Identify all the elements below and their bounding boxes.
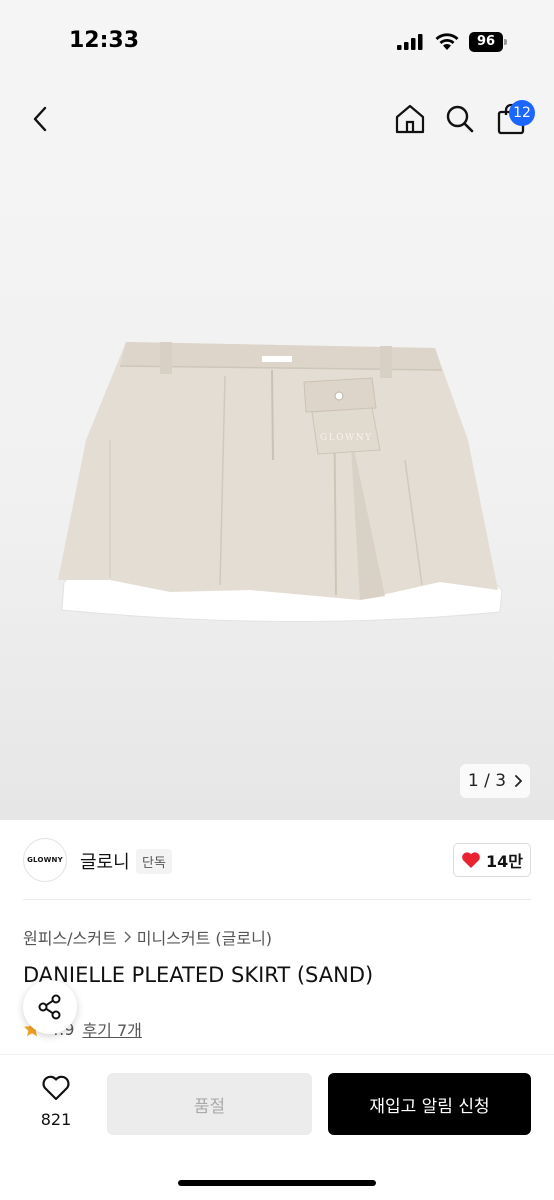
exclusive-badge: 단독 bbox=[136, 849, 172, 874]
brand-like-button[interactable]: 14만 bbox=[453, 843, 531, 877]
wishlist-count: 821 bbox=[40, 1110, 72, 1129]
wishlist-button[interactable]: 821 bbox=[26, 1074, 86, 1129]
brand-like-count: 14만 bbox=[486, 852, 523, 871]
soldout-button: 품절 bbox=[107, 1073, 312, 1135]
status-bar: 12:33 96 bbox=[0, 0, 554, 84]
skirt-embroidery-text: GLOWNY bbox=[320, 433, 373, 443]
chevron-right-icon bbox=[515, 775, 523, 787]
share-button[interactable] bbox=[23, 980, 77, 1034]
cellular-signal-icon bbox=[397, 34, 423, 50]
heart-outline-icon bbox=[42, 1075, 70, 1101]
brand-logo-text: GLOWNY bbox=[27, 856, 63, 864]
share-icon bbox=[38, 994, 61, 1020]
chevron-right-icon bbox=[124, 931, 131, 943]
breadcrumb: 원피스/스커트 미니스커트 (글로니) bbox=[23, 925, 272, 949]
breadcrumb-category[interactable]: 원피스/스커트 bbox=[23, 925, 117, 949]
heart-filled-icon bbox=[462, 852, 480, 868]
wifi-icon bbox=[435, 33, 459, 50]
breadcrumb-subcategory[interactable]: 미니스커트 (글로니) bbox=[137, 925, 272, 949]
gallery-pager[interactable]: 1 / 3 bbox=[460, 764, 530, 798]
back-button[interactable] bbox=[18, 96, 62, 142]
search-button[interactable] bbox=[438, 96, 482, 142]
product-image: GLOWNY bbox=[58, 342, 503, 623]
product-gallery[interactable]: 12:33 96 12 GLOWNY 1 / 3 bbox=[0, 0, 554, 820]
status-time: 12:33 bbox=[69, 28, 140, 53]
cart-count-badge: 12 bbox=[509, 100, 535, 126]
search-icon bbox=[446, 105, 474, 133]
product-title: DANIELLE PLEATED SKIRT (SAND) bbox=[23, 963, 374, 987]
home-button[interactable] bbox=[388, 96, 432, 142]
chevron-left-icon bbox=[33, 106, 47, 132]
brand-name-link[interactable]: 글로니 bbox=[80, 848, 130, 874]
home-icon bbox=[395, 104, 425, 134]
pager-text: 1 / 3 bbox=[467, 771, 507, 791]
battery-level: 96 bbox=[469, 32, 503, 52]
battery-icon: 96 bbox=[469, 32, 507, 52]
divider bbox=[23, 899, 531, 900]
top-nav bbox=[0, 96, 554, 146]
reviews-link[interactable]: 후기 7개 bbox=[82, 1017, 141, 1041]
home-indicator bbox=[178, 1180, 376, 1186]
restock-notify-button[interactable]: 재입고 알림 신청 bbox=[328, 1073, 531, 1135]
brand-logo[interactable]: GLOWNY bbox=[23, 838, 67, 882]
